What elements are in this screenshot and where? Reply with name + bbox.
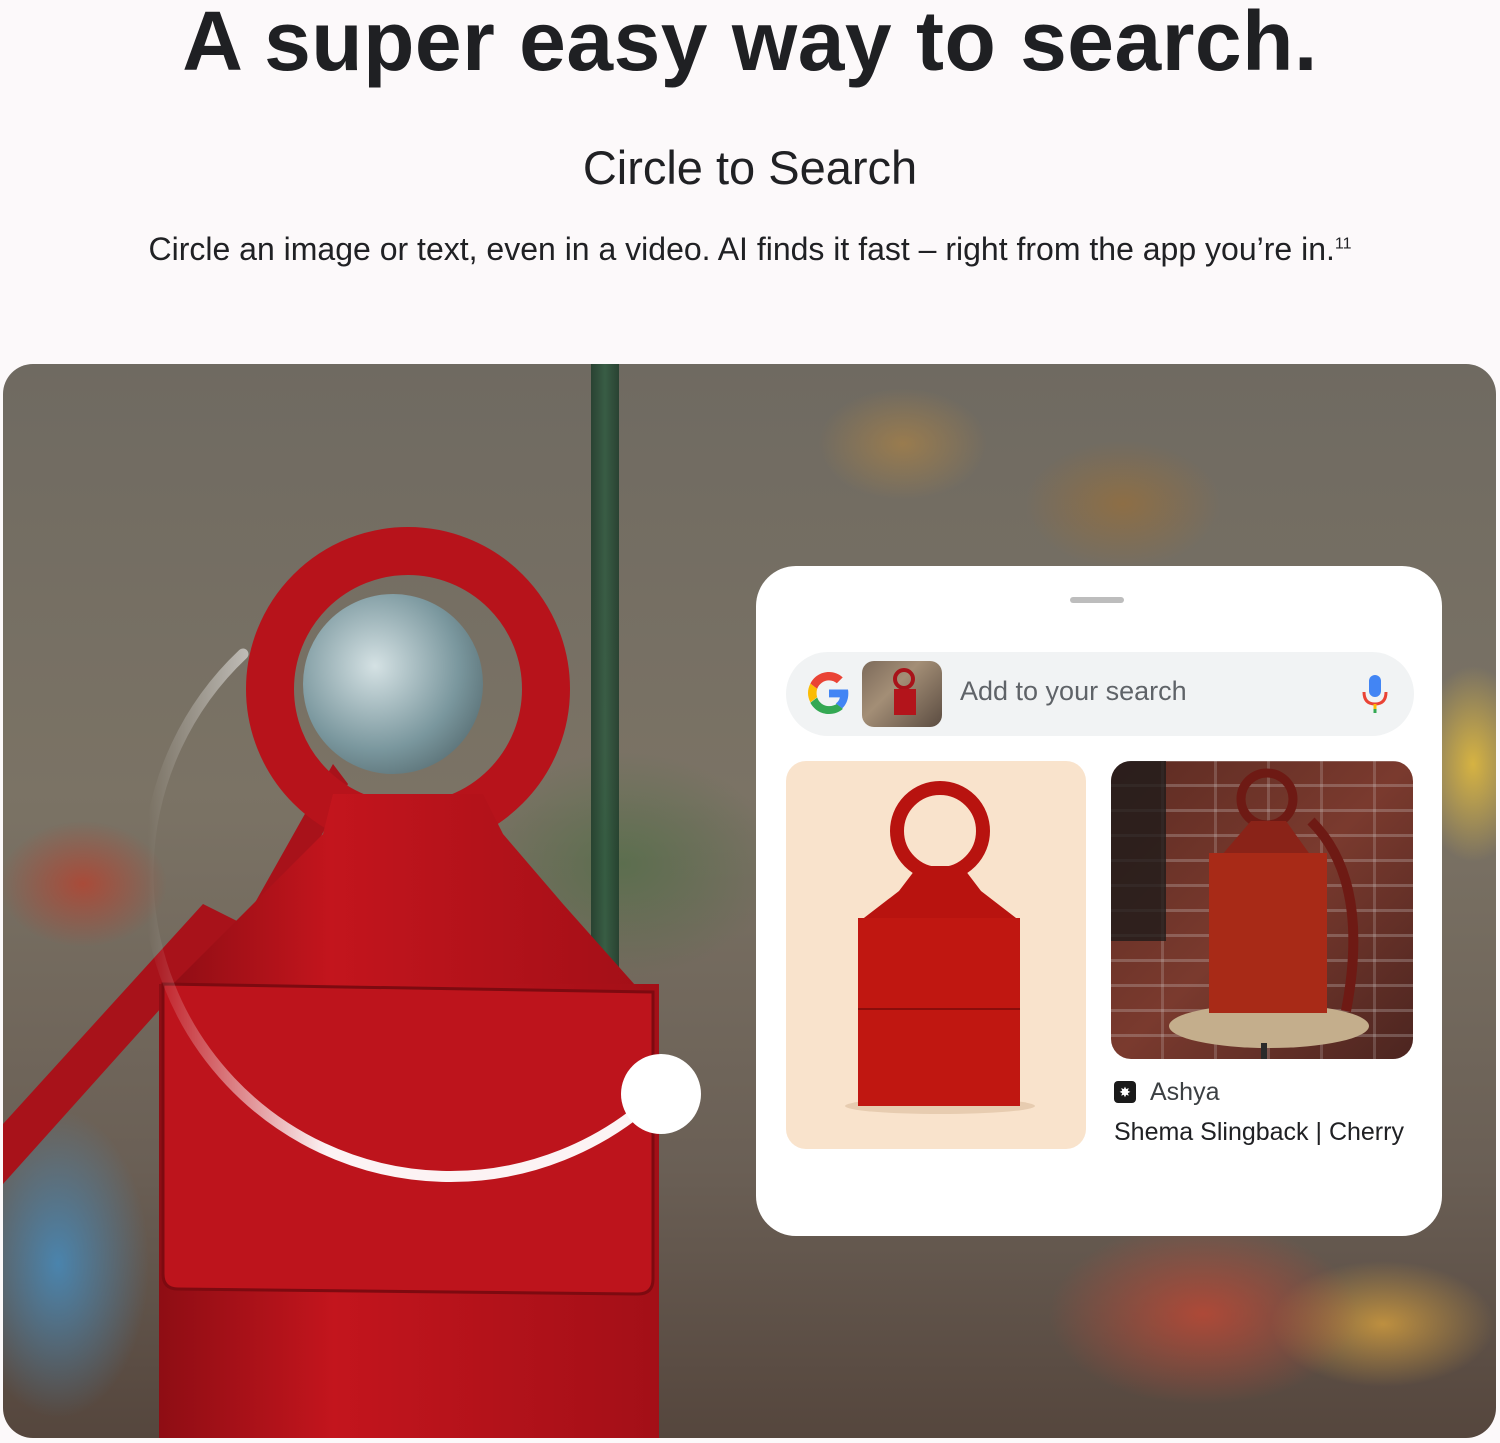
product-title-link[interactable]: Shema Slingback | Cherry: [1114, 1118, 1404, 1147]
store-name: Ashya: [1150, 1077, 1220, 1106]
search-bar[interactable]: Add to your search: [786, 652, 1414, 736]
description-text: Circle an image or text, even in a video…: [148, 231, 1335, 267]
mic-icon[interactable]: [1360, 673, 1390, 715]
lifestyle-bag-image: [1111, 761, 1369, 1059]
result-image-product[interactable]: [786, 761, 1086, 1149]
selection-handle[interactable]: [621, 1054, 701, 1134]
hero-image: Add to your search ✸ Ashya Shema Slingba…: [3, 364, 1496, 1438]
product-bag-image: [845, 781, 1035, 1114]
drag-handle[interactable]: [1070, 597, 1124, 603]
footnote-marker: 11: [1334, 235, 1352, 253]
feature-title: Circle to Search: [582, 141, 918, 194]
search-input[interactable]: Add to your search: [960, 676, 1187, 707]
selected-image-thumbnail[interactable]: [862, 661, 942, 727]
result-image-lifestyle[interactable]: [1111, 761, 1413, 1059]
search-results-panel: Add to your search ✸ Ashya Shema Slingba…: [756, 566, 1442, 1236]
google-g-icon: [808, 672, 849, 714]
page-headline: A super easy way to search.: [182, 0, 1318, 88]
thumbnail-bag-icon: [893, 668, 916, 715]
store-favicon-icon: ✸: [1114, 1081, 1136, 1103]
feature-description: Circle an image or text, even in a video…: [0, 231, 1500, 268]
result-source[interactable]: ✸ Ashya: [1114, 1075, 1219, 1109]
